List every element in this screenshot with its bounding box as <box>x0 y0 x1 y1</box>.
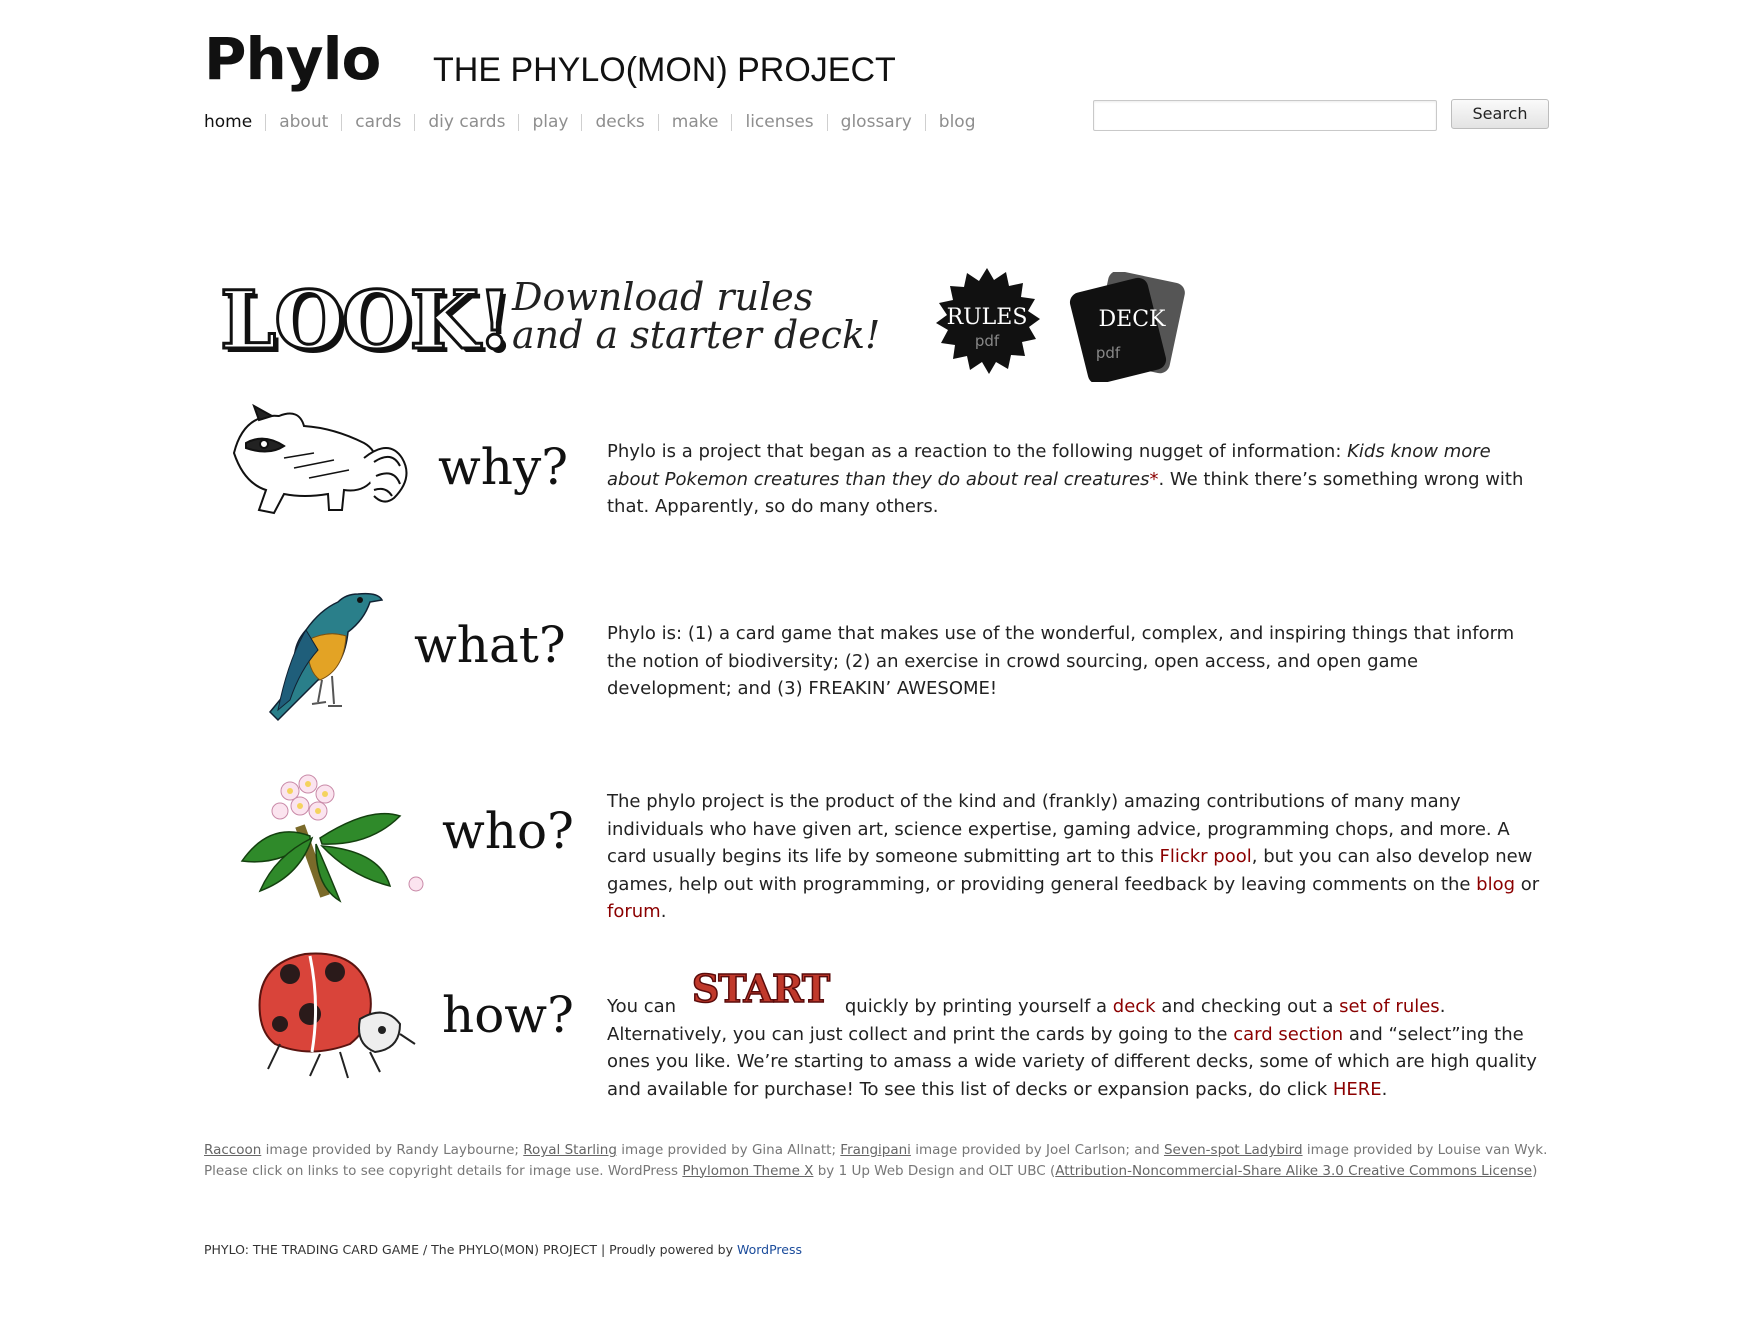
how-text-1: You can <box>607 996 682 1017</box>
nav-item-make[interactable]: make <box>672 112 719 132</box>
why-heading: why? <box>438 438 569 496</box>
what-paragraph: Phylo is: (1) a card game that makes use… <box>607 623 1515 699</box>
deck-label: DECK <box>1099 307 1167 332</box>
deck-pdf-badge[interactable]: DECK pdf <box>1060 272 1200 382</box>
nav-item-play[interactable]: play <box>532 112 568 132</box>
nav-divider <box>414 113 416 131</box>
site-logo[interactable]: Phylo <box>204 30 381 88</box>
nav-item-licenses[interactable]: licenses <box>745 112 813 132</box>
raccoon-image <box>232 403 408 515</box>
nav-divider <box>518 113 520 131</box>
rules-pdf-label: pdf <box>975 332 1000 350</box>
theme-credit-link[interactable]: Phylomon Theme X <box>682 1163 813 1179</box>
credit-text: image provided by Joel Carlson; and <box>910 1142 1164 1158</box>
download-line-1: Download rules <box>512 275 814 319</box>
credit-text: by 1 Up Web Design and OLT UBC ( <box>813 1162 1056 1179</box>
what-heading: what? <box>414 616 566 674</box>
footer-text: PHYLO: THE TRADING CARD GAME / The PHYLO… <box>204 1242 737 1257</box>
who-heading: who? <box>442 802 574 860</box>
site-title[interactable]: THE PHYLO(MON) PROJECT <box>433 53 896 87</box>
ladybird-image <box>258 952 416 1079</box>
nav-item-diy-cards[interactable]: diy cards <box>428 112 505 132</box>
download-line-2: and a starter deck! <box>512 313 881 357</box>
nav-item-decks[interactable]: decks <box>595 112 644 132</box>
nav-item-blog[interactable]: blog <box>939 112 976 132</box>
frangipani-image <box>240 774 424 903</box>
who-text-3: or <box>1515 873 1540 895</box>
how-text-3: and checking out a <box>1155 996 1340 1017</box>
download-tagline: Download rules and a starter deck! <box>512 278 880 354</box>
card-section-link[interactable]: card section <box>1233 1024 1343 1045</box>
license-link[interactable]: Attribution-Noncommercial-Share Alike 3.… <box>1055 1163 1532 1179</box>
how-paragraph: You can START quickly by printing yourse… <box>607 969 1545 1103</box>
how-text-2: quickly by printing yourself a <box>839 996 1113 1017</box>
nav-divider <box>924 113 926 131</box>
search-input[interactable] <box>1093 100 1437 131</box>
nav-divider <box>657 113 659 131</box>
flickr-pool-link[interactable]: Flickr pool <box>1160 846 1252 867</box>
deck-link[interactable]: deck <box>1113 996 1156 1017</box>
start-button[interactable]: START <box>682 969 839 1009</box>
ladybird-credit-link[interactable]: Seven-spot Ladybird <box>1164 1142 1303 1158</box>
credit-text: image provided by Randy Laybourne; <box>261 1142 524 1158</box>
main-nav: home about cards diy cards play decks ma… <box>204 112 976 132</box>
search-button[interactable]: Search <box>1451 99 1549 129</box>
site-footer: PHYLO: THE TRADING CARD GAME / The PHYLO… <box>204 1242 802 1257</box>
how-heading: how? <box>442 986 574 1044</box>
nav-item-glossary[interactable]: glossary <box>841 112 912 132</box>
image-credits: Raccoon image provided by Randy Laybourn… <box>204 1140 1549 1181</box>
rules-label: RULES <box>947 305 1028 330</box>
nav-item-home[interactable]: home <box>204 112 252 132</box>
nav-divider <box>341 113 343 131</box>
why-text-1: Phylo is a project that began as a react… <box>607 441 1348 462</box>
nav-divider <box>731 113 733 131</box>
why-paragraph: Phylo is a project that began as a react… <box>607 438 1545 521</box>
blog-link[interactable]: blog <box>1476 874 1515 895</box>
look-heading: LOOK! <box>218 273 513 367</box>
nav-item-about[interactable]: about <box>279 112 328 132</box>
forum-link[interactable]: forum <box>607 901 661 922</box>
rules-pdf-badge[interactable]: RULES pdf <box>932 266 1042 376</box>
here-link[interactable]: HERE <box>1333 1079 1382 1100</box>
raccoon-credit-link[interactable]: Raccoon <box>204 1142 261 1158</box>
who-text-4: . <box>660 901 667 922</box>
how-text-6: . <box>1381 1078 1388 1100</box>
credit-text: image provided by Gina Allnatt; <box>616 1142 841 1158</box>
nav-divider <box>581 113 583 131</box>
wordpress-link[interactable]: WordPress <box>737 1242 802 1257</box>
deck-pdf-label: pdf <box>1096 344 1121 362</box>
credit-text: ) <box>1532 1162 1538 1179</box>
royal-starling-credit-link[interactable]: Royal Starling <box>523 1142 617 1158</box>
nav-item-cards[interactable]: cards <box>355 112 401 132</box>
frangipani-credit-link[interactable]: Frangipani <box>840 1142 911 1158</box>
starling-image <box>268 592 384 722</box>
download-banner: LOOK! Download rules and a starter deck!… <box>218 266 1200 386</box>
who-paragraph: The phylo project is the product of the … <box>607 788 1545 926</box>
nav-divider <box>265 113 267 131</box>
nav-divider <box>826 113 828 131</box>
set-of-rules-link[interactable]: set of rules <box>1339 996 1440 1017</box>
